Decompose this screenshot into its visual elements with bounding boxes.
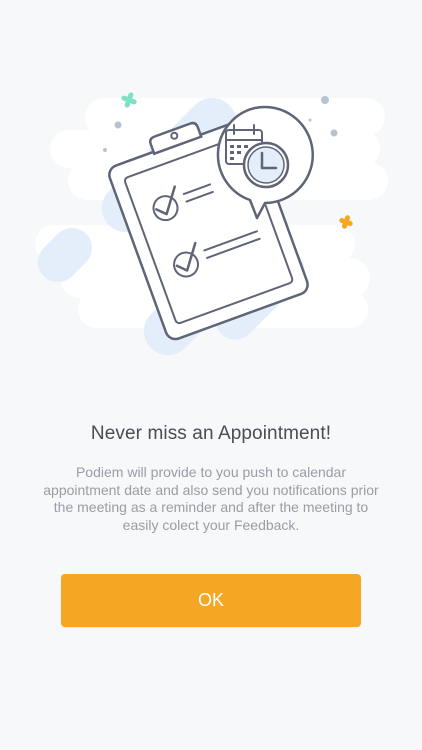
onboarding-screen: Never miss an Appointment! Podiem will p…: [0, 0, 422, 750]
clock-icon: [242, 141, 290, 189]
onboarding-description: Podiem will provide to you push to calen…: [43, 464, 379, 533]
onboarding-title: Never miss an Appointment!: [90, 423, 332, 444]
appointment-illustration: [35, 92, 388, 356]
ok-button[interactable]: OK: [61, 574, 361, 627]
